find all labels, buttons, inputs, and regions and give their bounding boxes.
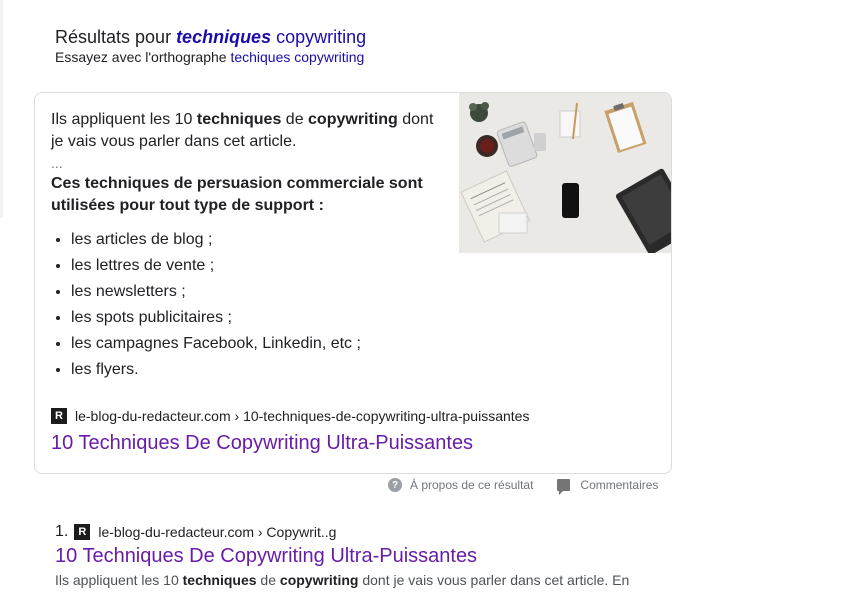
snippet-text: de	[256, 572, 280, 588]
feedback-link[interactable]: Commentaires	[580, 478, 658, 492]
featured-url: le-blog-du-redacteur.com › 10-techniques…	[75, 408, 530, 424]
list-item: les flyers.	[71, 357, 446, 383]
result-title-link[interactable]: 10 Techniques De Copywriting Ultra-Puiss…	[55, 543, 755, 569]
question-mark-icon[interactable]: ?	[388, 478, 402, 492]
about-result-row: ? À propos de ce résultat Commentaires	[388, 478, 658, 495]
featured-snippet-card: Ils appliquent les 10 techniques de copy…	[34, 92, 672, 474]
featured-thumbnail[interactable]	[459, 93, 671, 253]
featured-snippet-text: Ils appliquent les 10 techniques de copy…	[51, 109, 446, 383]
spelling-correction: Résultats pour techniques copywriting Es…	[55, 26, 366, 66]
featured-cite[interactable]: R le-blog-du-redacteur.com › 10-techniqu…	[51, 408, 529, 424]
original-query-link[interactable]: techiques copywriting	[230, 49, 364, 65]
desk-flatlay-image	[459, 93, 671, 253]
list-item: les spots publicitaires ;	[71, 305, 446, 331]
left-edge-strip	[0, 0, 3, 218]
list-item: les lettres de vente ;	[71, 253, 446, 279]
search-instead: Essayez avec l'orthographe techiques cop…	[55, 48, 366, 66]
snippet-bold: copywriting	[308, 111, 398, 128]
try-spelling-label: Essayez avec l'orthographe	[55, 49, 231, 65]
list-item: les articles de blog ;	[71, 227, 446, 253]
result-number: 1.	[55, 523, 69, 540]
snippet-list: les articles de blog ; les lettres de ve…	[51, 227, 446, 383]
snippet-bold: techniques	[182, 572, 257, 588]
corrected-query-link[interactable]: techniques	[176, 27, 271, 47]
results-for-label: Résultats pour	[55, 27, 177, 47]
snippet-text: dont je vais vous parler dans cet articl…	[358, 572, 630, 588]
site-favicon-icon: R	[74, 524, 91, 540]
search-result: 1. R le-blog-du-redacteur.com › Copywrit…	[55, 523, 755, 591]
result-url: le-blog-du-redacteur.com › Copywrit..g	[98, 524, 337, 540]
result-snippet: Ils appliquent les 10 techniques de copy…	[55, 569, 755, 591]
featured-title-link[interactable]: 10 Techniques De Copywriting Ultra-Puiss…	[51, 430, 473, 456]
snippet-ellipsis: ...	[51, 155, 63, 171]
snippet-bold: techniques	[196, 111, 282, 128]
result-cite[interactable]: 1. R le-blog-du-redacteur.com › Copywrit…	[55, 523, 755, 541]
list-item: les newsletters ;	[71, 279, 446, 305]
snippet-heading-text: Ces techniques de persuasion commerciale…	[51, 175, 423, 214]
showing-results-for: Résultats pour techniques copywriting	[55, 26, 366, 48]
corrected-query-rest[interactable]: copywriting	[276, 27, 366, 47]
list-item: les campagnes Facebook, Linkedin, etc ;	[71, 331, 446, 357]
site-favicon-icon: R	[51, 408, 67, 424]
snippet-heading: Ces techniques de persuasion commerciale…	[51, 173, 446, 217]
snippet-text: de	[281, 111, 309, 128]
about-result-link[interactable]: À propos de ce résultat	[410, 478, 533, 492]
snippet-paragraph: Ils appliquent les 10 techniques de copy…	[51, 109, 446, 153]
feedback-icon[interactable]	[557, 479, 571, 495]
snippet-text: Ils appliquent les 10	[55, 572, 183, 588]
snippet-text: Ils appliquent les 10	[51, 111, 197, 128]
snippet-bold: copywriting	[279, 572, 359, 588]
